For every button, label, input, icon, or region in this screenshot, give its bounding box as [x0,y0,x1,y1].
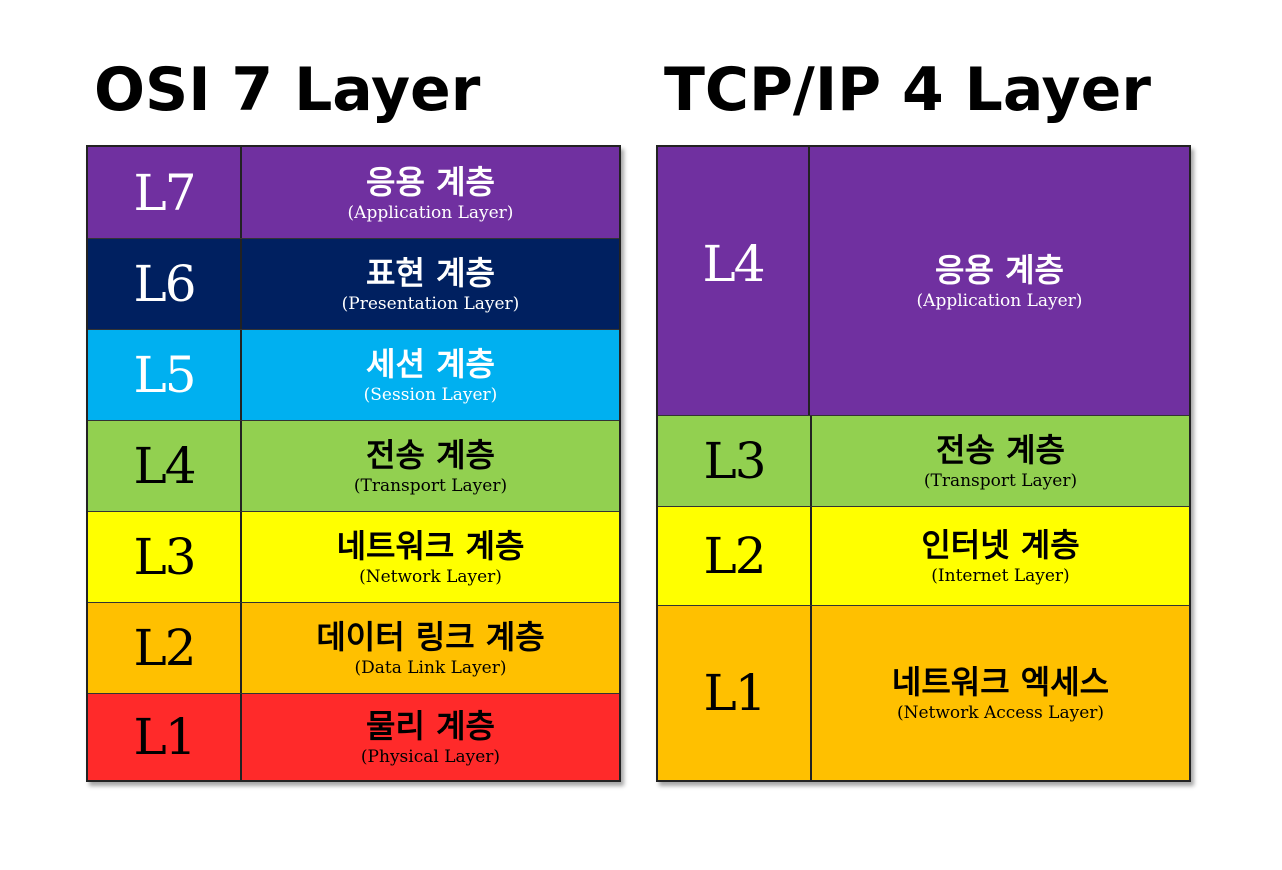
osi-layer-english-name: (Session Layer) [363,385,498,405]
osi-layer-korean-name: 세션 계층 [366,345,495,383]
tcpip-layer-korean-name: 인터넷 계층 [921,526,1080,564]
tcpip-layer-english-name: (Application Layer) [916,291,1083,311]
tcpip-layer-description: 네트워크 엑세스 (Network Access Layer) [812,606,1189,780]
osi-layer-row-l5: L5 세션 계층 (Session Layer) [88,329,619,420]
tcpip-layer-row-l4: L4 응용 계층 (Application Layer) [658,147,1189,415]
tcpip-layer-number: L4 [658,147,810,415]
osi-layer-description: 네트워크 계층 (Network Layer) [242,512,619,602]
osi-layer-korean-name: 데이터 링크 계층 [316,618,545,656]
osi-layer-english-name: (Transport Layer) [353,476,508,496]
osi-model-title: OSI 7 Layer [94,55,481,125]
osi-layer-description: 물리 계층 (Physical Layer) [242,694,619,780]
osi-layer-number: L2 [88,603,242,693]
osi-layer-description: 전송 계층 (Transport Layer) [242,421,619,511]
osi-layer-number: L6 [88,239,242,329]
osi-layer-english-name: (Network Layer) [359,567,502,587]
tcpip-layer-row-l3: L3 전송 계층 (Transport Layer) [658,415,1189,506]
osi-layer-english-name: (Physical Layer) [360,747,501,767]
tcpip-layer-korean-name: 전송 계층 [936,431,1065,469]
osi-layer-english-name: (Presentation Layer) [341,294,520,314]
tcpip-layer-number: L3 [658,416,812,506]
osi-layer-korean-name: 표현 계층 [366,254,495,292]
osi-layer-number: L7 [88,147,242,238]
tcpip-layer-korean-name: 응용 계층 [935,251,1064,289]
tcpip-layer-korean-name: 네트워크 엑세스 [891,663,1110,701]
tcpip-layer-english-name: (Transport Layer) [923,471,1078,491]
tcpip-layer-description: 인터넷 계층 (Internet Layer) [812,507,1189,605]
osi-layer-number: L4 [88,421,242,511]
osi-layer-row-l6: L6 표현 계층 (Presentation Layer) [88,238,619,329]
osi-layer-row-l7: L7 응용 계층 (Application Layer) [88,147,619,238]
tcpip-layer-row-l1: L1 네트워크 엑세스 (Network Access Layer) [658,605,1189,780]
tcpip-layer-english-name: (Network Access Layer) [896,703,1105,723]
osi-layer-row-l2: L2 데이터 링크 계층 (Data Link Layer) [88,602,619,693]
tcpip-layer-description: 전송 계층 (Transport Layer) [812,416,1189,506]
osi-layer-korean-name: 네트워크 계층 [336,527,525,565]
tcpip-model-title: TCP/IP 4 Layer [664,55,1151,125]
osi-layer-description: 표현 계층 (Presentation Layer) [242,239,619,329]
osi-layer-row-l4: L4 전송 계층 (Transport Layer) [88,420,619,511]
osi-layer-row-l3: L3 네트워크 계층 (Network Layer) [88,511,619,602]
osi-layer-korean-name: 물리 계층 [366,707,495,745]
tcpip-layer-table: L4 응용 계층 (Application Layer) L3 전송 계층 (T… [656,145,1191,782]
osi-layer-table: L7 응용 계층 (Application Layer) L6 표현 계층 (P… [86,145,621,782]
osi-layer-number: L5 [88,330,242,420]
osi-layer-korean-name: 응용 계층 [366,162,495,201]
osi-layer-description: 데이터 링크 계층 (Data Link Layer) [242,603,619,693]
tcpip-layer-number: L1 [658,606,812,780]
osi-layer-english-name: (Application Layer) [347,202,514,223]
osi-layer-description: 세션 계층 (Session Layer) [242,330,619,420]
osi-layer-number: L1 [88,694,242,780]
osi-layer-number: L3 [88,512,242,602]
osi-layer-english-name: (Data Link Layer) [354,658,507,678]
tcpip-layer-english-name: (Internet Layer) [931,566,1070,586]
tcpip-layer-number: L2 [658,507,812,605]
tcpip-layer-description: 응용 계층 (Application Layer) [810,147,1189,415]
osi-layer-korean-name: 전송 계층 [366,436,495,474]
osi-layer-description: 응용 계층 (Application Layer) [242,147,619,238]
osi-layer-row-l1: L1 물리 계층 (Physical Layer) [88,693,619,780]
tcpip-layer-row-l2: L2 인터넷 계층 (Internet Layer) [658,506,1189,605]
